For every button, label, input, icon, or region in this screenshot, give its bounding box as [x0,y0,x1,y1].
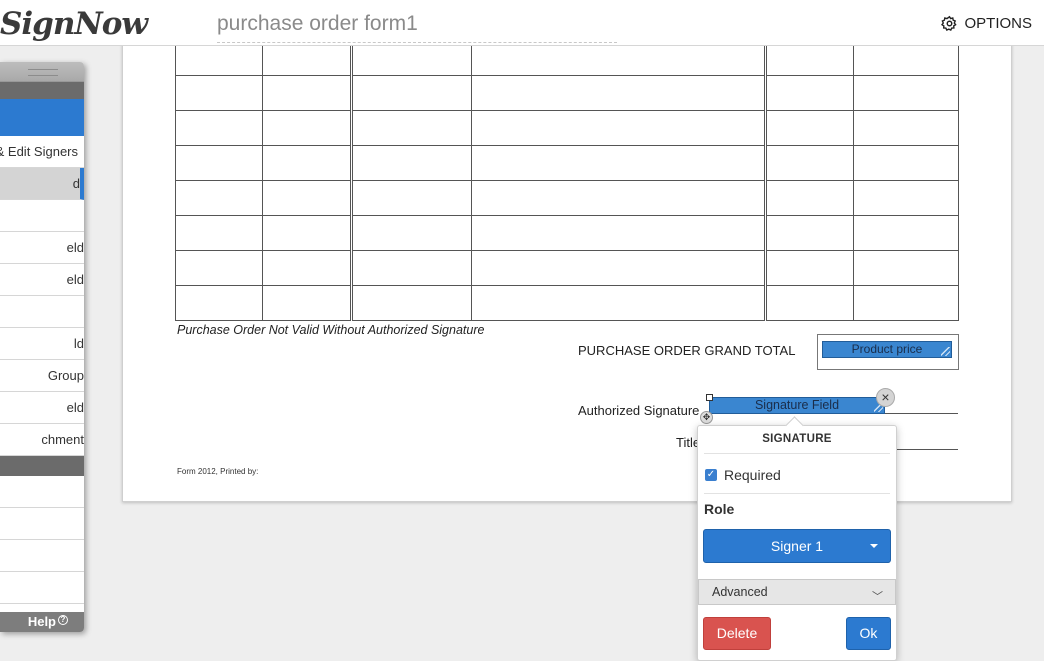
grand-total-label: PURCHASE ORDER GRAND TOTAL [578,343,796,358]
table-row [175,250,959,286]
panel-item[interactable] [0,476,84,508]
form-footer: Form 2012, Printed by: [177,467,259,476]
panel-item[interactable]: eld [0,264,84,296]
panel-drag-handle[interactable] [0,62,84,82]
help-label: Help [27,614,56,629]
signnow-logo[interactable]: SignNow [0,6,148,42]
authorized-signature-label: Authorized Signature [578,403,700,418]
resize-grip-icon[interactable] [941,347,950,356]
required-checkbox[interactable]: ✓ [705,468,717,481]
chevron-down-icon: ﹀ [872,591,883,603]
panel-item[interactable] [0,540,84,572]
grand-total-box: Product price [817,334,959,370]
signature-field[interactable]: Signature Field [709,397,885,414]
tools-panel: & Edit Signers d eld eld ld Group eld ch… [0,62,84,632]
panel-item[interactable]: eld [0,392,84,424]
options-label: OPTIONS [964,15,1032,32]
advanced-label: Advanced [712,585,768,599]
panel-item[interactable]: chment [0,424,84,456]
ok-button[interactable]: Ok [846,617,891,650]
edit-signers-item[interactable]: & Edit Signers [0,136,84,168]
resize-handle[interactable] [706,394,713,401]
role-select[interactable]: Signer 1 [703,529,891,563]
panel-item[interactable]: eld [0,232,84,264]
advanced-toggle[interactable]: Advanced ﹀ [698,579,896,605]
panel-item[interactable]: ld [0,328,84,360]
panel-item[interactable] [0,572,84,604]
product-price-field[interactable]: Product price [822,341,952,358]
help-icon: ? [58,615,68,625]
panel-active-header[interactable] [0,99,84,136]
panel-section-divider [0,82,84,99]
table-row [175,75,959,111]
order-table [175,45,959,321]
top-bar: SignNow purchase order form1 OPTIONS [0,0,1044,46]
signature-field-label: Signature Field [754,398,840,412]
field-settings-popup: SIGNATURE ✓ Required Role Signer 1 Advan… [697,425,897,661]
table-row [175,110,959,146]
help-button[interactable]: Help? [0,612,84,632]
panel-item[interactable] [0,508,84,540]
options-button[interactable]: OPTIONS [941,15,1032,32]
table-row [175,285,959,321]
panel-item-selected[interactable]: d [0,168,84,200]
caret-down-icon [870,544,878,548]
role-label: Role [704,501,735,517]
validity-note: Purchase Order Not Valid Without Authori… [177,323,485,337]
delete-button[interactable]: Delete [703,617,771,650]
panel-item[interactable] [0,200,84,232]
required-option[interactable]: ✓ Required [704,456,890,494]
table-row [175,180,959,216]
document-title[interactable]: purchase order form1 [217,12,617,43]
panel-item[interactable] [0,296,84,328]
product-price-label: Product price [851,342,923,356]
move-icon[interactable]: ✥ [700,411,713,424]
table-row [175,45,959,76]
table-row [175,215,959,251]
close-icon[interactable]: × [876,388,895,407]
role-value: Signer 1 [770,538,824,554]
table-row [175,145,959,181]
popup-title: SIGNATURE [704,426,890,454]
panel-item[interactable]: Group [0,360,84,392]
panel-section-divider [0,456,84,476]
gear-icon [941,15,958,31]
required-label: Required [724,466,781,483]
